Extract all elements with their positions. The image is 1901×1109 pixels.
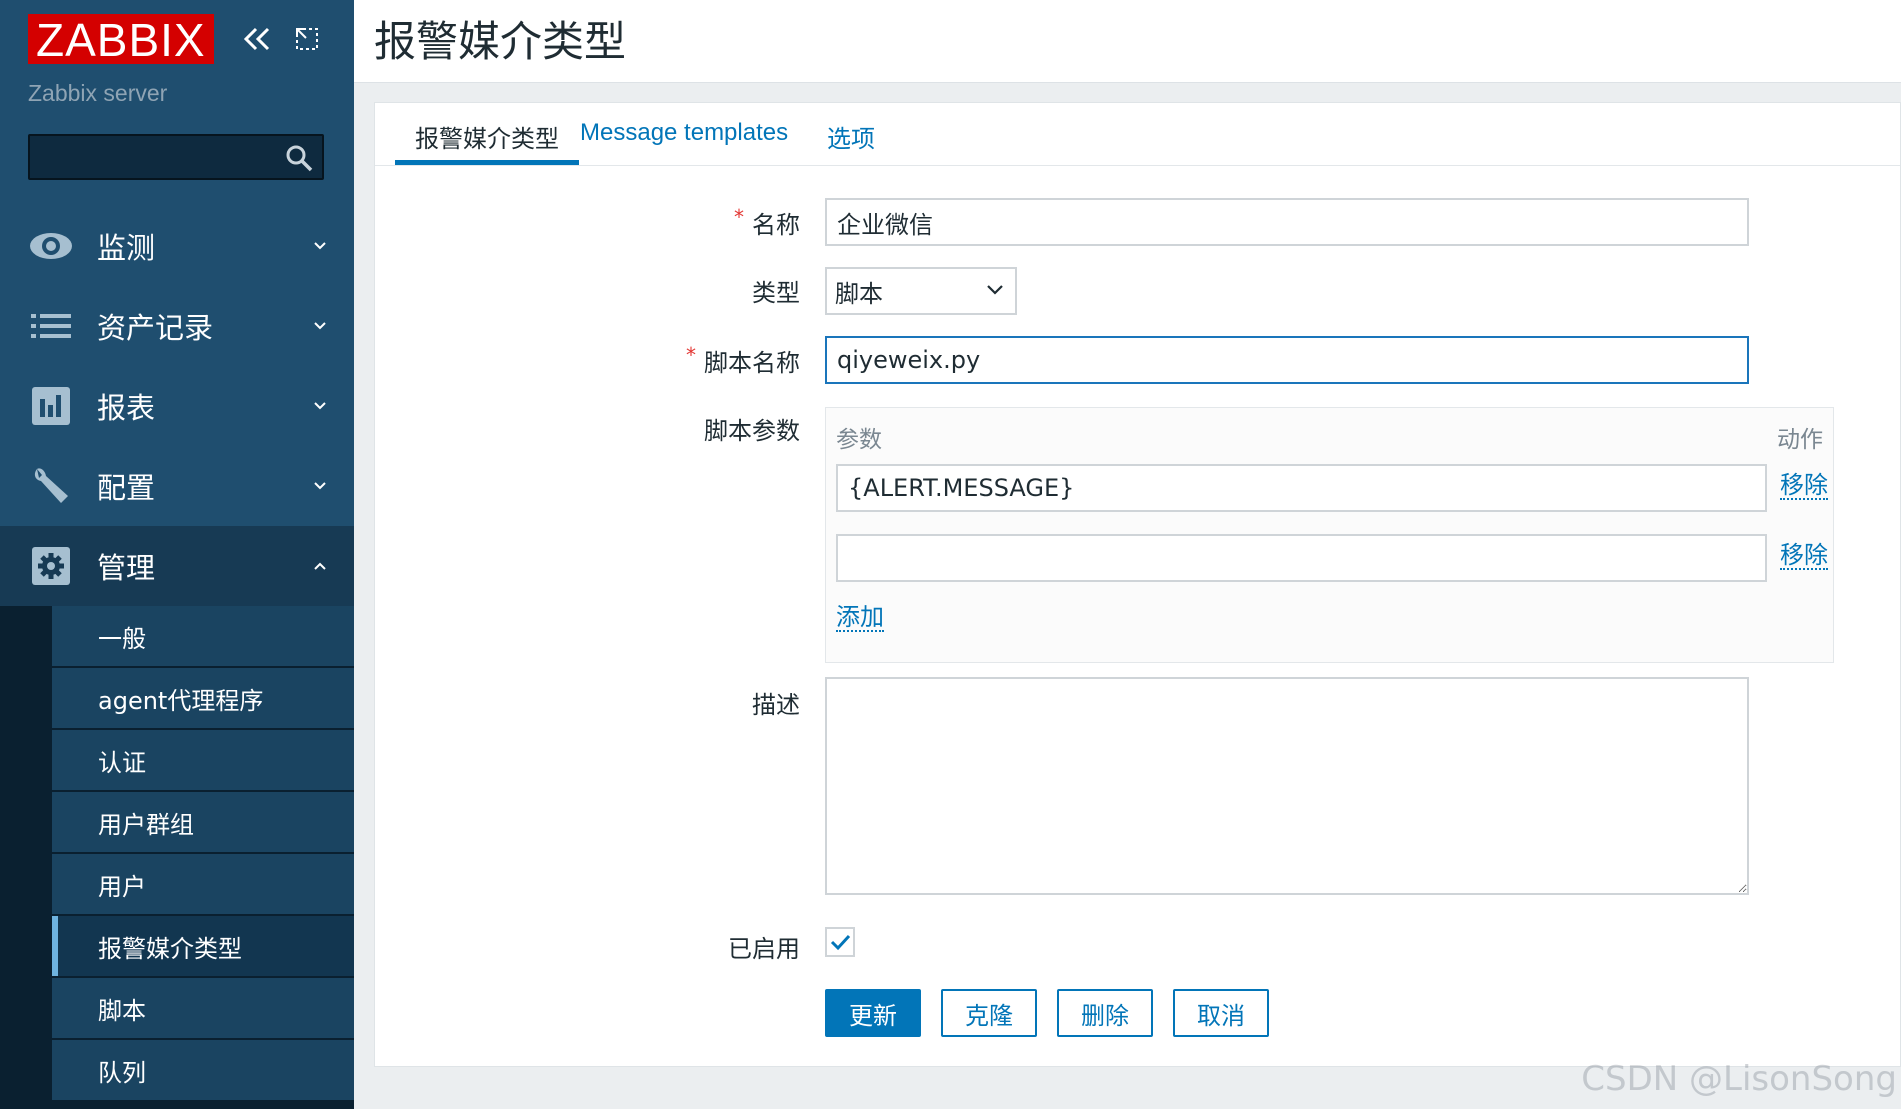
update-button[interactable]: 更新 bbox=[825, 989, 921, 1037]
name-label-row: * 名称 bbox=[734, 205, 800, 240]
checkmark-icon bbox=[830, 934, 851, 951]
param-input[interactable] bbox=[836, 464, 1767, 512]
menu-label: 管理 bbox=[97, 551, 156, 585]
form-panel: 报警媒介类型 Message templates 选项 * 名称 类型 脚本 * 脚… bbox=[374, 102, 1901, 1067]
submenu-item-general[interactable]: 一般 bbox=[52, 606, 354, 666]
logo-container: ZABBIX bbox=[28, 14, 214, 66]
wrench-icon bbox=[28, 463, 74, 509]
tab-options[interactable]: 选项 bbox=[827, 119, 875, 163]
type-label: 类型 bbox=[752, 279, 800, 307]
menu-label: 资产记录 bbox=[97, 311, 214, 345]
submenu-item-proxies[interactable]: agent代理程序 bbox=[52, 668, 354, 728]
script-params-label: 脚本参数 bbox=[704, 417, 800, 445]
chevron-down-icon bbox=[314, 242, 326, 250]
remove-param-link[interactable]: 移除 bbox=[1780, 472, 1828, 500]
required-mark: * bbox=[734, 205, 744, 229]
menu-label: 配置 bbox=[97, 471, 156, 505]
page-title: 报警媒介类型 bbox=[374, 17, 627, 66]
server-name: Zabbix server bbox=[28, 80, 168, 106]
description-label: 描述 bbox=[752, 691, 800, 719]
sidebar: ZABBIX Zabbix server 监测 资产记录 报表 配置 管理 一般… bbox=[0, 0, 354, 1109]
script-name-label-row: * 脚本名称 bbox=[686, 343, 800, 378]
enabled-checkbox[interactable] bbox=[825, 927, 855, 957]
description-textarea[interactable] bbox=[825, 677, 1749, 895]
page-header: 报警媒介类型 bbox=[354, 0, 1901, 83]
menu-item-monitoring[interactable]: 监测 bbox=[0, 206, 354, 286]
script-name-label: 脚本名称 bbox=[704, 349, 800, 377]
submenu-item-user-groups[interactable]: 用户群组 bbox=[52, 792, 354, 852]
zabbix-logo[interactable]: ZABBIX bbox=[28, 14, 214, 66]
submenu-item-scripts[interactable]: 脚本 bbox=[52, 978, 354, 1038]
sidebar-search bbox=[28, 134, 324, 180]
type-select[interactable]: 脚本 bbox=[825, 267, 1017, 315]
chevron-up-icon bbox=[314, 562, 326, 570]
menu-item-configuration[interactable]: 配置 bbox=[0, 446, 354, 526]
name-input[interactable] bbox=[825, 198, 1749, 246]
remove-param-link[interactable]: 移除 bbox=[1780, 542, 1828, 570]
param-input[interactable] bbox=[836, 534, 1767, 582]
csdn-watermark: CSDN @LisonSong bbox=[1581, 1059, 1897, 1099]
script-name-input[interactable] bbox=[825, 336, 1749, 384]
tab-message-templates[interactable]: Message templates bbox=[580, 119, 788, 163]
clone-button[interactable]: 克隆 bbox=[941, 989, 1037, 1037]
chevron-down-icon bbox=[314, 322, 326, 330]
menu-item-reports[interactable]: 报表 bbox=[0, 366, 354, 446]
bar-chart-icon bbox=[28, 383, 74, 429]
menu-item-inventory[interactable]: 资产记录 bbox=[0, 286, 354, 366]
add-param-link[interactable]: 添加 bbox=[836, 604, 884, 632]
gear-icon bbox=[28, 543, 74, 589]
menu-label: 报表 bbox=[97, 391, 156, 425]
name-label: 名称 bbox=[752, 211, 800, 239]
required-mark: * bbox=[686, 343, 696, 367]
collapse-sidebar-icon[interactable] bbox=[240, 24, 274, 54]
sidebar-search-input[interactable] bbox=[36, 140, 280, 176]
enabled-label: 已启用 bbox=[728, 935, 800, 963]
chevron-down-icon bbox=[987, 285, 1003, 295]
submenu-item-queue[interactable]: 队列 bbox=[52, 1040, 354, 1100]
tab-media-type[interactable]: 报警媒介类型 bbox=[395, 119, 579, 165]
chevron-down-icon bbox=[314, 482, 326, 490]
menu-item-administration[interactable]: 管理 bbox=[0, 526, 354, 606]
params-column-param: 参数 bbox=[836, 427, 882, 453]
type-select-value: 脚本 bbox=[835, 279, 883, 308]
administration-submenu: 一般 agent代理程序 认证 用户群组 用户 报警媒介类型 脚本 队列 bbox=[0, 606, 354, 1109]
submenu-item-authentication[interactable]: 认证 bbox=[52, 730, 354, 790]
search-icon[interactable] bbox=[284, 143, 314, 173]
chevron-down-icon bbox=[314, 402, 326, 410]
eye-icon bbox=[28, 223, 74, 269]
params-column-action: 动作 bbox=[1777, 427, 1823, 453]
cancel-button[interactable]: 取消 bbox=[1173, 989, 1269, 1037]
menu-label: 监测 bbox=[97, 231, 156, 265]
submenu-item-media-types[interactable]: 报警媒介类型 bbox=[52, 916, 354, 976]
submenu-item-users[interactable]: 用户 bbox=[52, 854, 354, 914]
delete-button[interactable]: 删除 bbox=[1057, 989, 1153, 1037]
script-params-table: 参数 动作 移除 移除 添加 bbox=[825, 407, 1834, 663]
kiosk-mode-icon[interactable] bbox=[294, 26, 320, 52]
tab-bar: 报警媒介类型 Message templates 选项 bbox=[375, 103, 1900, 166]
list-icon bbox=[28, 303, 74, 349]
